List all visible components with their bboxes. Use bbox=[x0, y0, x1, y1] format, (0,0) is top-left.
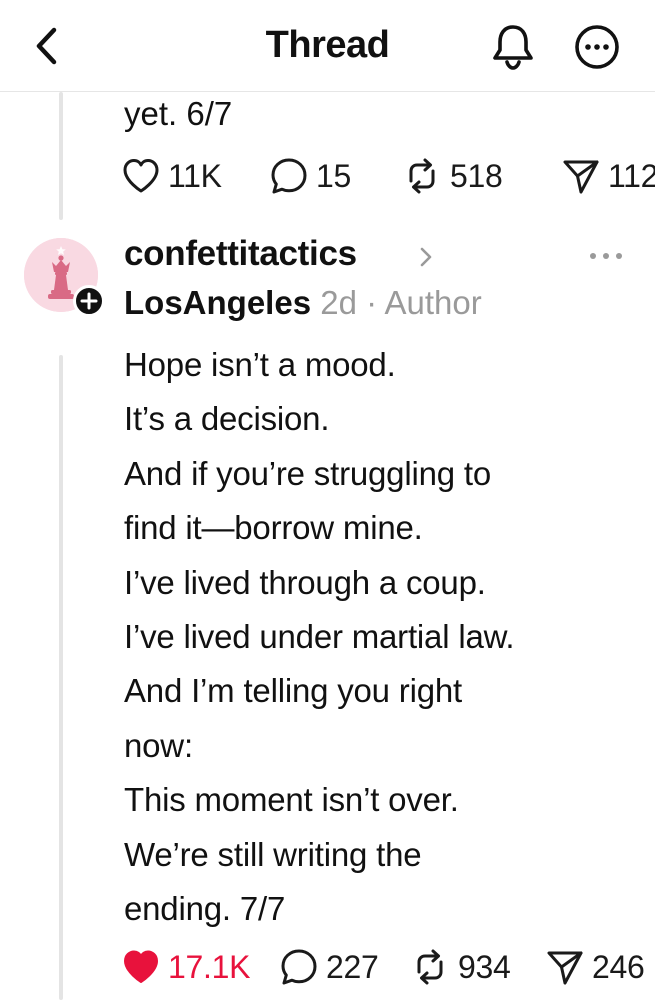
post-line: now: bbox=[124, 726, 193, 764]
share-count: 112 bbox=[608, 157, 655, 194]
reply-count: 227 bbox=[326, 948, 379, 985]
post-time: 2d bbox=[320, 284, 357, 321]
like-button[interactable]: 17.1K bbox=[122, 945, 250, 989]
thread-line-top bbox=[59, 92, 63, 220]
repost-icon bbox=[417, 949, 443, 985]
share-button[interactable]: 246 bbox=[546, 945, 645, 989]
repost-icon bbox=[409, 158, 435, 194]
bell-icon bbox=[493, 25, 533, 70]
post-line: Hope isn’t a mood. bbox=[124, 346, 396, 383]
more-dots-icon bbox=[590, 253, 622, 259]
username[interactable]: confettitactics bbox=[124, 234, 357, 274]
meta-separator: · bbox=[366, 284, 378, 321]
thread-line-current bbox=[59, 355, 63, 1000]
reply-button[interactable]: 15 bbox=[270, 154, 351, 198]
post-line: This moment isn’t over. bbox=[124, 781, 459, 819]
plus-icon bbox=[80, 292, 98, 310]
top-bar: Thread bbox=[0, 0, 655, 92]
share-count: 246 bbox=[592, 948, 645, 985]
post-line: I’ve lived under martial law. bbox=[124, 618, 515, 656]
post-line: We’re still writing the bbox=[124, 835, 422, 873]
post-meta: LosAngeles 2d · Author bbox=[124, 284, 482, 322]
previous-post-actions: 11K 15 518 112 bbox=[122, 154, 655, 198]
post-line: And if you’re struggling to bbox=[124, 454, 491, 492]
location-tag[interactable]: LosAngeles bbox=[124, 284, 311, 321]
heart-filled-icon bbox=[124, 950, 158, 983]
thread-options-button[interactable] bbox=[573, 23, 621, 71]
post-line: And I’m telling you right bbox=[124, 672, 463, 710]
repost-button[interactable]: 934 bbox=[410, 945, 511, 989]
thread-screen: Thread yet. 6/7 11K 15 518 112 confettit… bbox=[0, 0, 655, 1000]
post-line: ending. 7/7 bbox=[124, 890, 286, 928]
follow-button[interactable] bbox=[73, 285, 105, 317]
send-icon bbox=[563, 160, 599, 194]
heart-icon bbox=[123, 159, 159, 193]
post-options-button[interactable] bbox=[584, 244, 628, 268]
author-badge: Author bbox=[384, 284, 482, 321]
like-count: 17.1K bbox=[168, 948, 251, 985]
reply-icon bbox=[281, 949, 317, 985]
notifications-button[interactable] bbox=[490, 22, 536, 70]
post-line: It’s a decision. bbox=[124, 400, 330, 438]
page-title: Thread bbox=[265, 24, 390, 66]
reply-count: 15 bbox=[316, 157, 351, 194]
repost-count: 934 bbox=[458, 948, 511, 985]
repost-button[interactable]: 518 bbox=[402, 154, 503, 198]
like-button[interactable]: 11K bbox=[122, 154, 222, 198]
previous-post-text: yet. 6/7 bbox=[124, 95, 233, 132]
like-count: 11K bbox=[168, 157, 222, 194]
chevron-right-icon bbox=[420, 247, 432, 267]
reply-icon bbox=[271, 158, 307, 194]
send-icon bbox=[547, 951, 583, 985]
more-circle-icon bbox=[575, 25, 619, 69]
reply-button[interactable]: 227 bbox=[280, 945, 379, 989]
post-line: find it—borrow mine. bbox=[124, 509, 423, 547]
post-line: I’ve lived through a coup. bbox=[124, 563, 486, 601]
repost-count: 518 bbox=[450, 157, 503, 194]
post-actions: 17.1K 227 934 246 bbox=[122, 945, 655, 989]
post-body: Hope isn’t a mood. It’s a decision. And … bbox=[124, 338, 644, 936]
share-button[interactable]: 112 bbox=[562, 154, 655, 198]
